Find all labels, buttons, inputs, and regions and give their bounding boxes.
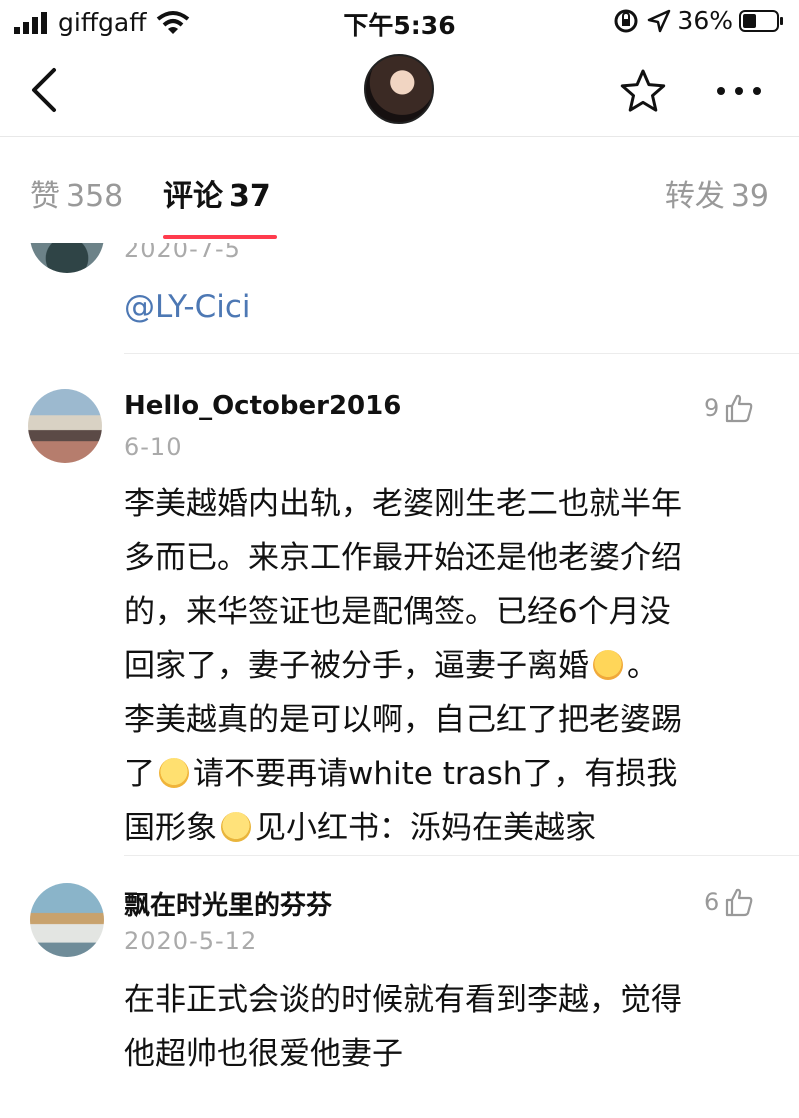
battery-icon — [739, 9, 783, 32]
tab-reposts-count: 39 — [730, 179, 769, 214]
like-count: 9 — [704, 394, 720, 422]
crying-emoji-icon — [593, 650, 623, 680]
glasses-emoji-icon — [221, 812, 251, 842]
sad-sweat-emoji-icon — [159, 758, 189, 788]
comment-date: 6-10 — [124, 433, 183, 461]
location-icon — [648, 9, 671, 32]
nav-bar — [0, 44, 799, 136]
comment-divider — [124, 353, 799, 354]
comment-list[interactable]: 2020-7-5 @LY-Cici Hello_October2016 6-10… — [0, 243, 799, 1118]
comment-line: 的，来华签证也是配偶签。已经6个月没 — [124, 594, 671, 630]
comment-line: 多而已。来京工作最开始还是他老婆介绍 — [124, 540, 682, 576]
back-icon[interactable] — [28, 66, 60, 114]
tab-comments[interactable]: 评论 37 — [163, 171, 271, 215]
comment-body: 李美越婚内出轨，老婆刚生老二也就半年 多而已。来京工作最开始还是他老婆介绍 的，… — [124, 477, 682, 855]
active-tab-indicator — [163, 235, 277, 239]
comment-body: 在非正式会谈的时候就有看到李越，觉得 他超帅也很爱他妻子 — [124, 973, 682, 1081]
tab-likes[interactable]: 赞 358 — [30, 171, 123, 215]
comment-date: 2020-5-12 — [124, 927, 258, 955]
status-bar: giffgaff 下午5:36 36% — [0, 0, 799, 44]
comment-line: 了 请不要再请white trash了，有损我 — [124, 747, 682, 801]
author-avatar[interactable] — [364, 54, 434, 124]
tab-likes-count: 358 — [66, 179, 124, 214]
status-right: 36% — [613, 6, 785, 35]
comment-username[interactable]: Hello_October2016 — [124, 391, 401, 421]
comment-text: 见小红书：泺妈在美越家 — [255, 810, 596, 846]
avatar[interactable] — [28, 389, 102, 463]
comment-username[interactable]: 飘在时光里的芬芬 — [124, 885, 332, 922]
comment-text: 。 — [627, 648, 658, 684]
battery-percent: 36% — [677, 6, 733, 35]
comment-line: 回家了，妻子被分手，逼妻子离婚 。 — [124, 639, 682, 693]
like-count: 6 — [704, 888, 720, 916]
comment-date: 2020-7-5 — [124, 243, 241, 263]
weibo-comments-screen: giffgaff 下午5:36 36% 赞 358 评论 37 转发 39 20… — [0, 0, 799, 1118]
avatar[interactable] — [30, 883, 104, 957]
tab-comments-count: 37 — [229, 179, 271, 214]
comment-text: 了 — [124, 756, 155, 792]
comment-line: 在非正式会谈的时候就有看到李越，觉得 — [124, 982, 682, 1018]
comment-line: 他超帅也很爱他妻子 — [124, 1036, 403, 1072]
comment-line: 李美越婚内出轨，老婆刚生老二也就半年 — [124, 486, 682, 522]
comment-line: 李美越真的是可以啊，自己红了把老婆踢 — [124, 702, 682, 738]
thumbs-up-icon — [726, 394, 753, 423]
like-button[interactable]: 9 — [704, 393, 753, 423]
avatar[interactable] — [30, 243, 104, 273]
lock-rotation-icon — [614, 9, 638, 32]
comment-line: 国形象 见小红书：泺妈在美越家 — [124, 801, 682, 855]
tab-bar: 赞 358 评论 37 转发 39 — [0, 137, 799, 243]
like-button[interactable]: 6 — [704, 887, 753, 917]
star-icon[interactable] — [620, 68, 666, 114]
comment-text: 国形象 — [124, 810, 217, 846]
tab-reposts-label: 转发 — [664, 179, 725, 214]
mention-link[interactable]: @LY-Cici — [124, 289, 251, 325]
thumbs-up-icon — [726, 888, 753, 917]
tab-reposts[interactable]: 转发 39 — [665, 171, 769, 215]
tab-likes-label: 赞 — [30, 179, 60, 214]
tab-comments-label: 评论 — [163, 179, 223, 214]
comment-divider — [124, 855, 799, 856]
comment-text: 请不要再请white trash了，有损我 — [193, 756, 678, 792]
comment-text: 回家了，妻子被分手，逼妻子离婚 — [124, 648, 589, 684]
more-icon[interactable] — [714, 76, 764, 106]
